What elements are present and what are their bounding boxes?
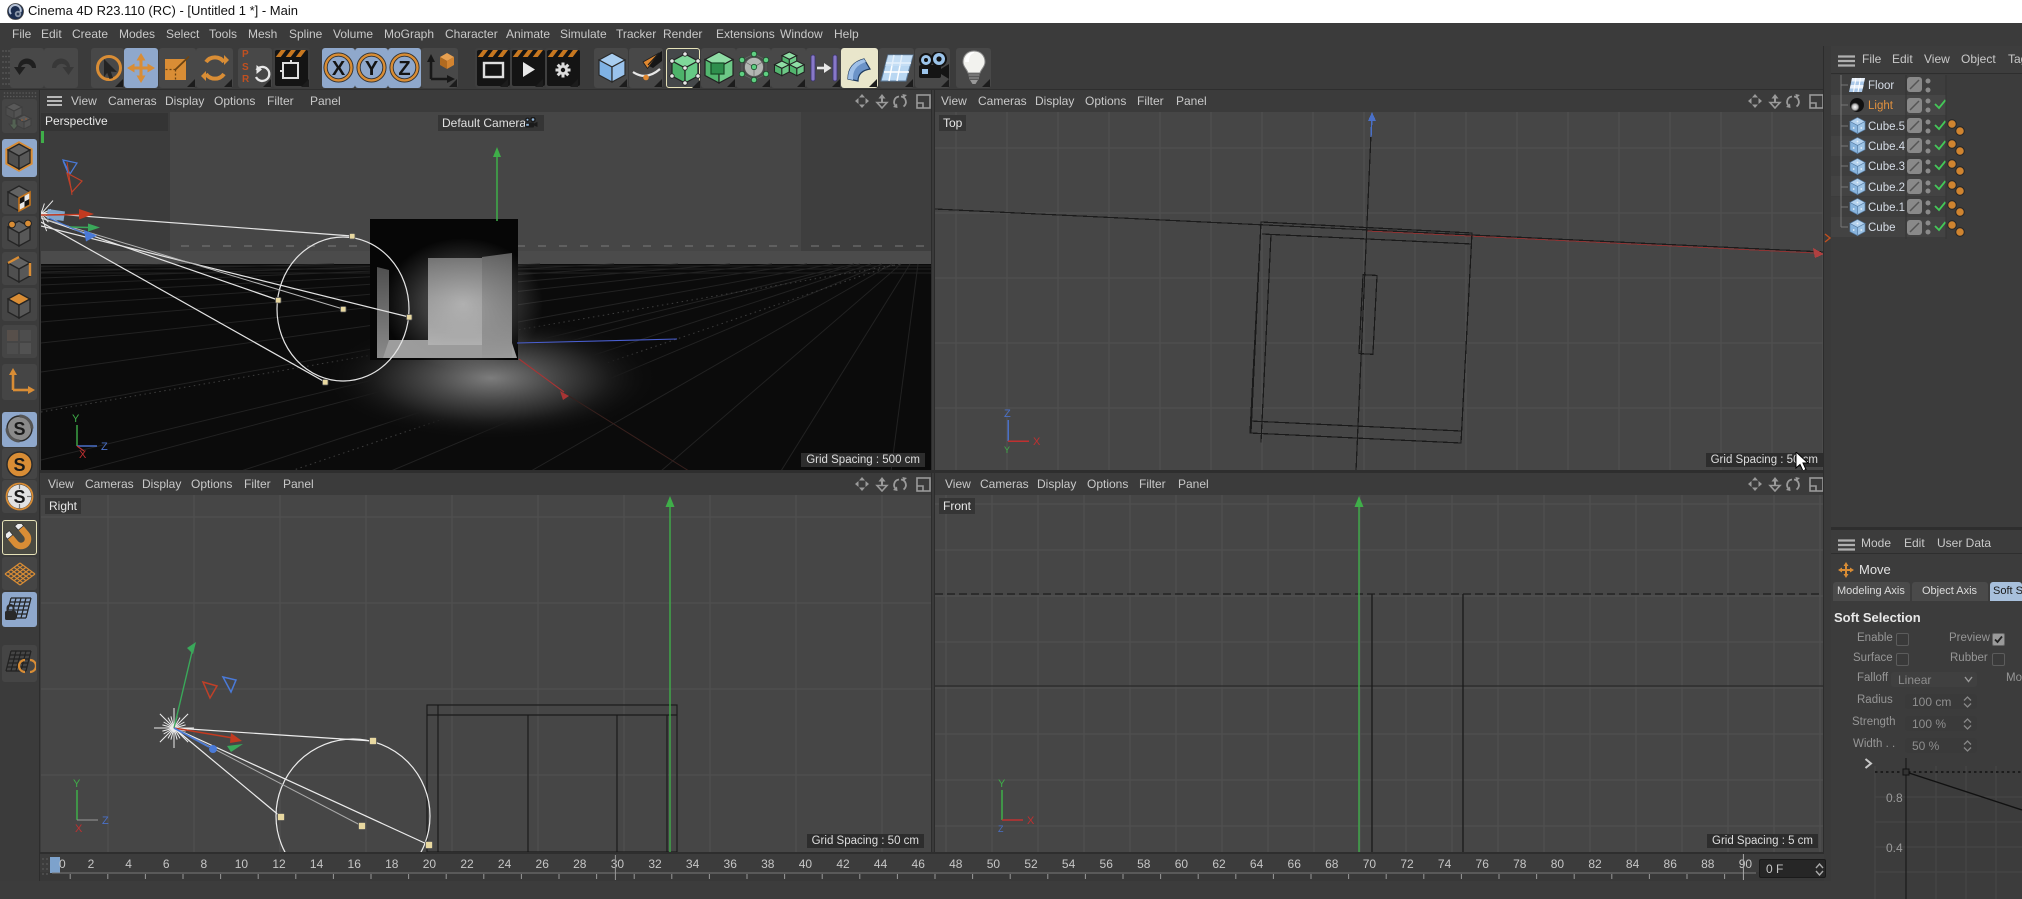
svg-text:X: X: [332, 58, 346, 80]
svg-text:Y: Y: [998, 778, 1006, 790]
svg-text:22: 22: [460, 857, 474, 871]
svg-text:58: 58: [1137, 857, 1151, 871]
svg-text:72: 72: [1400, 857, 1414, 871]
svg-text:18: 18: [385, 857, 399, 871]
svg-text:0.4: 0.4: [1886, 841, 1903, 855]
svg-text:76: 76: [1476, 857, 1490, 871]
svg-text:88: 88: [1701, 857, 1715, 871]
svg-text:X: X: [1027, 815, 1035, 827]
svg-text:Cube.2: Cube.2: [1868, 182, 1905, 194]
svg-text:2: 2: [88, 857, 95, 871]
svg-text:74: 74: [1438, 857, 1452, 871]
svg-text:40: 40: [799, 857, 813, 871]
svg-text:S: S: [13, 487, 25, 507]
svg-text:6: 6: [163, 857, 170, 871]
svg-text:50: 50: [987, 857, 1001, 871]
svg-text:Floor: Floor: [1868, 80, 1894, 92]
svg-text:X: X: [1033, 436, 1041, 448]
svg-text:Cube.3: Cube.3: [1868, 161, 1905, 173]
svg-text:4: 4: [125, 857, 132, 871]
svg-text:Cube.1: Cube.1: [1868, 202, 1905, 214]
svg-text:44: 44: [874, 857, 888, 871]
svg-text:36: 36: [724, 857, 738, 871]
svg-text:24: 24: [498, 857, 512, 871]
svg-text:48: 48: [949, 857, 963, 871]
svg-text:Z: Z: [101, 441, 108, 453]
svg-text:Y: Y: [73, 778, 81, 790]
svg-text:30: 30: [611, 857, 625, 871]
svg-text:70: 70: [1363, 857, 1377, 871]
svg-text:16: 16: [348, 857, 362, 871]
svg-text:84: 84: [1626, 857, 1640, 871]
svg-text:0: 0: [59, 857, 66, 871]
svg-text:14: 14: [310, 857, 324, 871]
svg-text:52: 52: [1024, 857, 1038, 871]
svg-text:Z: Z: [1004, 408, 1011, 420]
svg-text:0.8: 0.8: [1886, 791, 1903, 805]
svg-text:46: 46: [912, 857, 926, 871]
svg-text:Z: Z: [998, 824, 1004, 834]
svg-text:78: 78: [1513, 857, 1527, 871]
svg-text:S: S: [13, 455, 25, 475]
svg-text:62: 62: [1212, 857, 1226, 871]
svg-text:56: 56: [1100, 857, 1114, 871]
svg-text:64: 64: [1250, 857, 1264, 871]
svg-text:Cube.4: Cube.4: [1868, 141, 1906, 153]
svg-text:Light: Light: [1868, 100, 1894, 112]
svg-text:68: 68: [1325, 857, 1339, 871]
svg-text:28: 28: [573, 857, 587, 871]
svg-text:66: 66: [1288, 857, 1302, 871]
svg-text:90: 90: [1739, 857, 1753, 871]
svg-text:80: 80: [1551, 857, 1565, 871]
svg-text:32: 32: [648, 857, 662, 871]
svg-text:42: 42: [836, 857, 850, 871]
svg-text:54: 54: [1062, 857, 1076, 871]
svg-text:12: 12: [272, 857, 286, 871]
svg-text:Y: Y: [1004, 445, 1010, 455]
svg-text:20: 20: [423, 857, 437, 871]
svg-text:Y: Y: [72, 413, 80, 425]
svg-text:38: 38: [761, 857, 775, 871]
svg-text:Cube.5: Cube.5: [1868, 121, 1905, 133]
svg-text:Z: Z: [102, 815, 109, 827]
svg-text:X: X: [75, 823, 83, 835]
svg-text:Cube: Cube: [1868, 222, 1896, 234]
svg-text:60: 60: [1175, 857, 1189, 871]
svg-text:Z: Z: [398, 58, 410, 80]
svg-text:10: 10: [235, 857, 249, 871]
svg-text:Y: Y: [365, 58, 379, 80]
svg-text:86: 86: [1664, 857, 1678, 871]
svg-text:82: 82: [1588, 857, 1602, 871]
svg-text:S: S: [13, 419, 25, 439]
svg-text:34: 34: [686, 857, 700, 871]
svg-text:8: 8: [200, 857, 207, 871]
svg-text:26: 26: [536, 857, 550, 871]
